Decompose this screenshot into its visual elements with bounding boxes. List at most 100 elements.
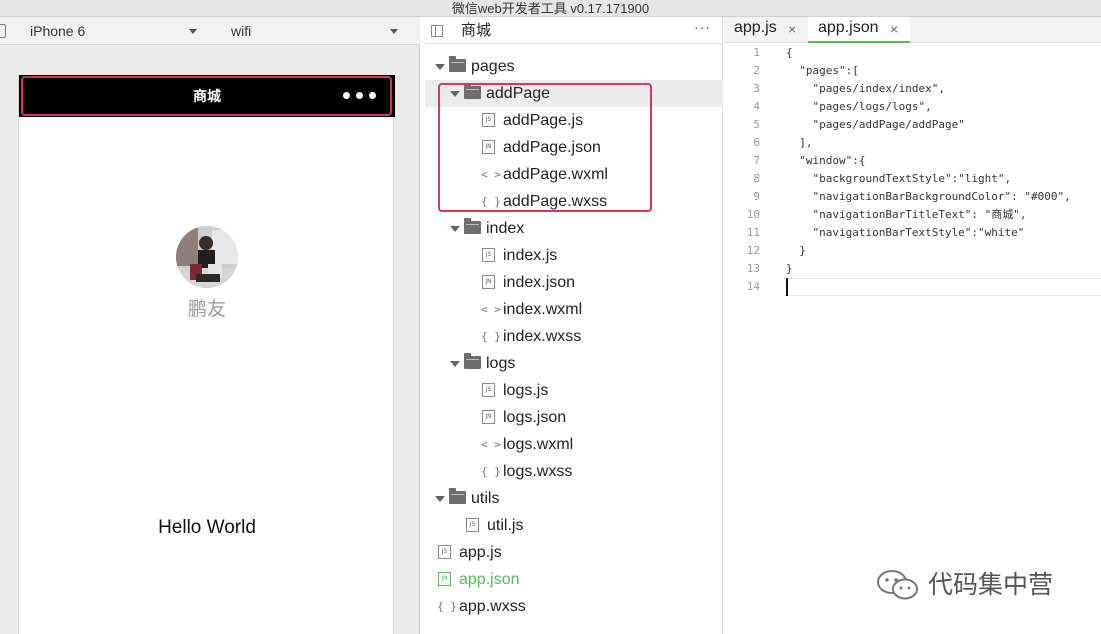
avatar[interactable] [176, 226, 238, 288]
tree-item-label: logs [486, 355, 516, 372]
code-line[interactable]: "window":{ [786, 152, 865, 170]
code-line[interactable]: "pages/logs/logs", [786, 98, 931, 116]
nickname: 鹏友 [187, 299, 226, 320]
simulator-toolbar: iPhone 6 wifi [0, 17, 420, 45]
simulator-panel: iPhone 6 wifi 商城 鹏友 Hello World [0, 17, 420, 634]
network-select[interactable]: wifi [231, 22, 251, 40]
layout-icon[interactable] [431, 25, 443, 37]
chevron-down-icon[interactable] [450, 361, 460, 367]
code-line[interactable]: "pages/index/index", [786, 80, 944, 98]
json-file-icon: JN [438, 572, 451, 586]
js-file-icon: JS [438, 545, 451, 559]
chevron-down-icon[interactable] [390, 29, 398, 34]
tree-item-label: index.json [503, 274, 576, 291]
device-select[interactable]: iPhone 6 [30, 22, 85, 40]
tab-label: app.js [734, 19, 777, 36]
tab-app-json[interactable]: app.json × [808, 17, 910, 43]
close-icon[interactable]: × [890, 18, 898, 40]
line-number: 10 [746, 208, 760, 221]
tree-file-app-wxss[interactable]: { } app.wxss [425, 593, 723, 620]
line-number: 1 [753, 46, 760, 59]
js-file-icon: JS [466, 518, 479, 532]
wxss-file-icon: { } [481, 465, 501, 478]
tree-item-label: app.wxss [459, 598, 526, 615]
code-line[interactable]: } [786, 242, 806, 260]
file-tree-panel: 商城 ··· pages addPage JS addPage.js JN addPage… [425, 17, 723, 634]
tree-folder-index[interactable]: index [425, 215, 723, 242]
more-icon[interactable]: ··· [694, 19, 711, 35]
code-line[interactable]: "pages/addPage/addPage" [786, 116, 964, 134]
line-number: 5 [753, 118, 760, 131]
wxss-file-icon: { } [437, 600, 457, 613]
tree-folder-utils[interactable]: utils [425, 485, 723, 512]
chevron-down-icon[interactable] [435, 496, 445, 502]
code-line[interactable]: } [786, 260, 793, 278]
tree-item-label: index.wxss [503, 328, 582, 345]
tree-file-logs-wxml[interactable]: < > logs.wxml [425, 431, 723, 458]
wxml-file-icon: < > [481, 438, 501, 451]
tree-file-index-wxml[interactable]: < > index.wxml [425, 296, 723, 323]
line-number: 14 [746, 280, 760, 293]
code-line[interactable]: "backgroundTextStyle":"light", [786, 170, 1011, 188]
json-file-icon: JN [482, 410, 495, 424]
code-editor-panel: app.js × app.json × 1 {2 "pages":[ 3 "page… [724, 17, 1101, 634]
chevron-down-icon[interactable] [450, 226, 460, 232]
tree-item-label: logs.wxml [503, 436, 574, 453]
text-cursor [786, 278, 788, 296]
wxss-file-icon: { } [481, 330, 501, 343]
code-line[interactable]: "navigationBarTextStyle":"white" [786, 224, 1024, 242]
current-line-highlight [784, 278, 1101, 296]
tree-file-index-json[interactable]: JN index.json [425, 269, 723, 296]
tree-item-label: logs.wxss [503, 463, 573, 480]
tree-folder-pages[interactable]: pages [425, 53, 723, 80]
tree-folder-logs[interactable]: logs [425, 350, 723, 377]
line-number: 8 [753, 172, 760, 185]
tab-label: app.json [818, 19, 879, 36]
project-title: 商城 [461, 22, 492, 39]
folder-icon [449, 56, 466, 72]
tree-file-app-json[interactable]: JN app.json [425, 566, 723, 593]
code-line[interactable]: { [786, 44, 793, 62]
hello-text: Hello World [158, 517, 256, 538]
highlight-box [21, 76, 392, 116]
tree-file-logs-js[interactable]: JS logs.js [425, 377, 723, 404]
tree-item-label: app.json [459, 571, 520, 588]
code-line[interactable]: ], [786, 134, 812, 152]
close-icon[interactable]: × [788, 18, 796, 40]
tree-item-label: app.js [459, 544, 502, 561]
chevron-down-icon[interactable] [435, 64, 445, 70]
wechat-icon [877, 570, 918, 600]
chevron-down-icon[interactable] [189, 29, 197, 34]
folder-icon [464, 218, 481, 234]
js-file-icon: JS [482, 383, 495, 397]
tree-item-label: index [486, 220, 525, 237]
tab-app-js[interactable]: app.js × [724, 17, 804, 43]
line-number: 3 [753, 82, 760, 95]
highlight-box [438, 83, 652, 212]
window-title: 微信web开发者工具 v0.17.171900 [451, 1, 650, 16]
window-title-bar: 微信web开发者工具 v0.17.171900 [0, 0, 1101, 17]
tree-item-label: utils [471, 490, 500, 507]
tree-item-label: index.js [503, 247, 558, 264]
tree-file-index-js[interactable]: JS index.js [425, 242, 723, 269]
folder-icon [464, 353, 481, 369]
tree-file-util-js[interactable]: JS util.js [425, 512, 723, 539]
tree-file-logs-json[interactable]: JN logs.json [425, 404, 723, 431]
code-line[interactable]: "navigationBarBackgroundColor": "#000", [786, 188, 1070, 206]
device-icon [0, 24, 6, 38]
wxml-file-icon: < > [481, 303, 501, 316]
line-number: 9 [753, 190, 760, 203]
line-number: 7 [753, 154, 760, 167]
folder-icon [449, 488, 466, 504]
tree-item-label: index.wxml [503, 301, 583, 318]
line-number: 2 [753, 64, 760, 77]
line-number: 4 [753, 100, 760, 113]
tree-file-logs-wxss[interactable]: { } logs.wxss [425, 458, 723, 485]
code-line[interactable]: "pages":[ [786, 62, 859, 80]
tree-file-app-js[interactable]: JS app.js [425, 539, 723, 566]
js-file-icon: JS [482, 248, 495, 262]
navigation-bar: 商城 [19, 75, 395, 117]
line-number: 13 [746, 262, 760, 275]
code-line[interactable]: "navigationBarTitleText": "商城", [786, 206, 1026, 224]
tree-file-index-wxss[interactable]: { } index.wxss [425, 323, 723, 350]
